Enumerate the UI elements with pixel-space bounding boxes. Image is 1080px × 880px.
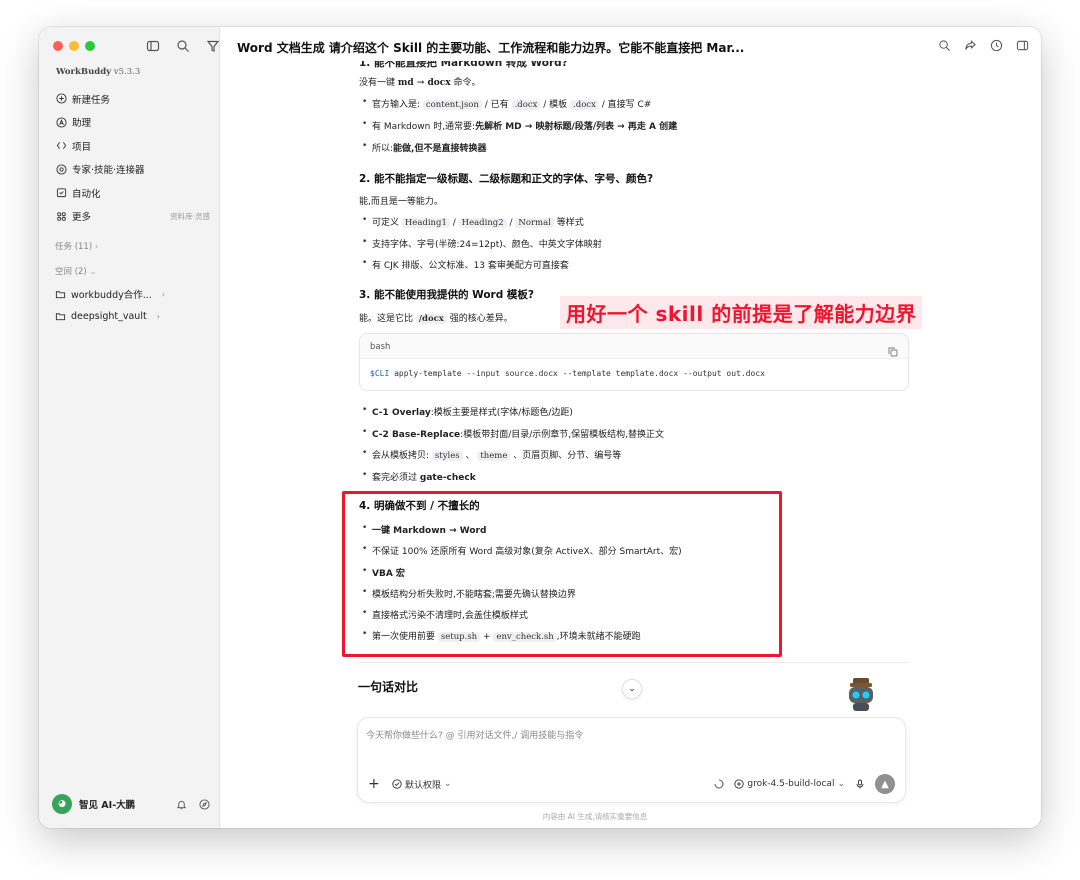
space-folder-workbuddy[interactable]: workbuddy合作... › — [55, 287, 165, 301]
expert-icon — [55, 163, 67, 175]
inline-code: content.json — [422, 100, 482, 110]
sidebar: WorkBuddy v5.3.3 新建任务 助理 项目 专家·技能·连接器 自动… — [39, 27, 220, 828]
user-name: 智见 AI-大鹏 — [79, 800, 136, 811]
inline-code: Normal — [515, 218, 554, 228]
paragraph: 没有一键 md → docx 命令。 — [359, 78, 481, 88]
inline-code: /docx — [415, 314, 447, 324]
sidebar-item-label: 自动化 — [72, 188, 101, 200]
sidebar-item-automation[interactable]: 自动化 — [55, 181, 210, 205]
sidebar-toggle-icon[interactable] — [145, 38, 161, 54]
panel-toggle-icon[interactable] — [1016, 39, 1029, 52]
chevron-down-icon: ⌄ — [837, 779, 845, 789]
list-item: 有 Markdown 时,通常要:先解析 MD → 映射标题/段落/列表 → 再… — [362, 119, 677, 132]
footer-disclaimer: 内容由 AI 生成,请核实重要信息 — [542, 812, 648, 821]
list-item: 所以:能做,但不是直接转换器 — [362, 141, 487, 154]
list-item: C-1 Overlay:模板主要是样式(字体/标题色/边距) — [362, 405, 573, 418]
inline-code: Heading2 — [458, 218, 507, 228]
model-label: grok-4.5-build-local — [747, 779, 835, 789]
filter-icon[interactable] — [205, 38, 221, 54]
bell-icon[interactable] — [176, 799, 187, 810]
section-heading: 2. 能不能指定一级标题、二级标题和正文的字体、字号、颜色? — [359, 173, 654, 185]
chevron-right-icon: › — [161, 289, 165, 299]
plus-circle-icon — [734, 779, 745, 789]
sidebar-item-more[interactable]: 更多 资料库·灵感 — [55, 205, 210, 229]
inline-code: theme — [477, 451, 511, 461]
history-icon[interactable] — [990, 39, 1003, 52]
permission-label: 默认权限 — [405, 780, 442, 791]
model-selector[interactable]: grok-4.5-build-local ⌄ — [734, 779, 845, 789]
app-window: WorkBuddy v5.3.3 新建任务 助理 项目 专家·技能·连接器 自动… — [39, 27, 1041, 828]
check-circle-icon — [392, 779, 402, 789]
code-text[interactable]: $CLI apply-template --input source.docx … — [360, 358, 908, 390]
share-icon[interactable] — [964, 39, 977, 52]
list-item: 套完必须过 gate-check — [362, 470, 476, 483]
sidebar-item-new-task[interactable]: 新建任务 — [55, 87, 210, 111]
automation-icon — [55, 187, 67, 199]
code-language: bash — [370, 342, 391, 352]
sidebar-item-label: 更多 — [72, 212, 92, 224]
sidebar-item-assistant[interactable]: 助理 — [55, 111, 210, 135]
sidebar-item-label: 专家·技能·连接器 — [72, 165, 145, 177]
scroll-down-button[interactable]: ⌄ — [622, 679, 642, 699]
folder-label: deepsight_vault — [71, 311, 147, 322]
list-item: C-2 Base-Replace:模板带封面/目录/示例章节,保留模板结构,替换… — [362, 427, 664, 440]
sidebar-nav: 新建任务 助理 项目 专家·技能·连接器 自动化 更多 资料库·灵感 — [55, 87, 210, 228]
page-title: Word 文档生成 请介绍这个 Skill 的主要功能、工作流程和能力边界。它能… — [237, 40, 745, 55]
section-heading: 3. 能不能使用我提供的 Word 模板? — [359, 289, 534, 301]
folder-label: workbuddy合作... — [71, 290, 152, 301]
tasks-section-header[interactable]: 任务 (11) › — [55, 240, 98, 252]
copy-icon[interactable] — [888, 342, 898, 357]
summary-heading: 一句话对比 — [358, 680, 419, 694]
paragraph: 能。这是它比 /docx 强的核心差异。 — [359, 314, 513, 324]
list-item: 有 CJK 排版、公文标准、13 套审美配方可直接套 — [362, 258, 569, 271]
list-item: 支持字体、字号(半磅:24=12pt)、颜色、中英文字体映射 — [362, 237, 602, 250]
inline-code: .docx — [511, 100, 541, 110]
highlight-box — [342, 491, 782, 657]
folder-icon — [55, 290, 66, 298]
minimize-window-button[interactable] — [69, 41, 79, 51]
search-icon[interactable] — [175, 38, 191, 54]
project-icon — [55, 140, 67, 152]
permission-selector[interactable]: 默认权限 ⌄ — [392, 778, 452, 791]
assistant-icon — [55, 116, 67, 128]
sidebar-item-label: 项目 — [72, 141, 92, 153]
sidebar-toolbar — [145, 38, 221, 54]
loading-spinner-icon — [714, 779, 724, 789]
message-input[interactable]: 今天帮你做些什么? @ 引用对话文件,/ 调用技能与指令 — [366, 728, 583, 741]
cut-heading: 1. 能不能直接把 Markdown 转成 Word? — [359, 61, 568, 69]
window-controls — [53, 41, 95, 51]
chevron-right-icon: › — [156, 312, 160, 321]
sidebar-item-extra[interactable]: 资料库·灵感 — [170, 211, 210, 222]
annotation-banner: 用好一个 skill 的前提是了解能力边界 — [560, 296, 923, 329]
inline-code: .docx — [570, 100, 599, 110]
folder-icon — [55, 313, 66, 321]
plus-circle-icon — [55, 93, 67, 105]
sidebar-item-label: 新建任务 — [72, 94, 111, 106]
sidebar-item-projects[interactable]: 项目 — [55, 134, 210, 158]
list-item: 可定义 Heading1 / Heading2 / Normal 等样式 — [362, 215, 584, 228]
chevron-down-icon: ⌄ — [444, 779, 452, 789]
spaces-section-header[interactable]: 空间 (2) ⌄ — [55, 265, 97, 277]
search-icon[interactable] — [938, 39, 951, 52]
inline-code: styles — [431, 451, 463, 461]
list-item: 会从模板拷贝: styles 、 theme 、页眉页脚、分节、编号等 — [362, 448, 621, 461]
composer: 今天帮你做些什么? @ 引用对话文件,/ 调用技能与指令 + 默认权限 ⌄ gr… — [357, 717, 906, 803]
inline-code: Heading1 — [401, 218, 450, 228]
sidebar-item-label: 助理 — [72, 118, 92, 130]
space-folder-deepsight[interactable]: deepsight_vault › — [55, 311, 160, 322]
close-window-button[interactable] — [53, 41, 63, 51]
send-button[interactable]: ▲ — [875, 774, 895, 794]
divider — [357, 662, 909, 663]
sidebar-item-experts[interactable]: 专家·技能·连接器 — [55, 158, 210, 182]
paragraph: 能,而且是一等能力。 — [359, 197, 443, 207]
more-grid-icon — [55, 210, 67, 222]
mascot-robot-icon — [849, 678, 873, 711]
zoom-window-button[interactable] — [85, 41, 95, 51]
add-attachment-button[interactable]: + — [368, 776, 382, 792]
code-block: bash $CLI apply-template --input source.… — [359, 333, 909, 391]
app-name: WorkBuddy v5.3.3 — [56, 67, 141, 77]
microphone-icon[interactable] — [855, 779, 865, 789]
list-item: 官方输入是: content.json / 已有 .docx / 模板 .doc… — [362, 97, 651, 110]
compass-icon[interactable] — [199, 798, 210, 810]
